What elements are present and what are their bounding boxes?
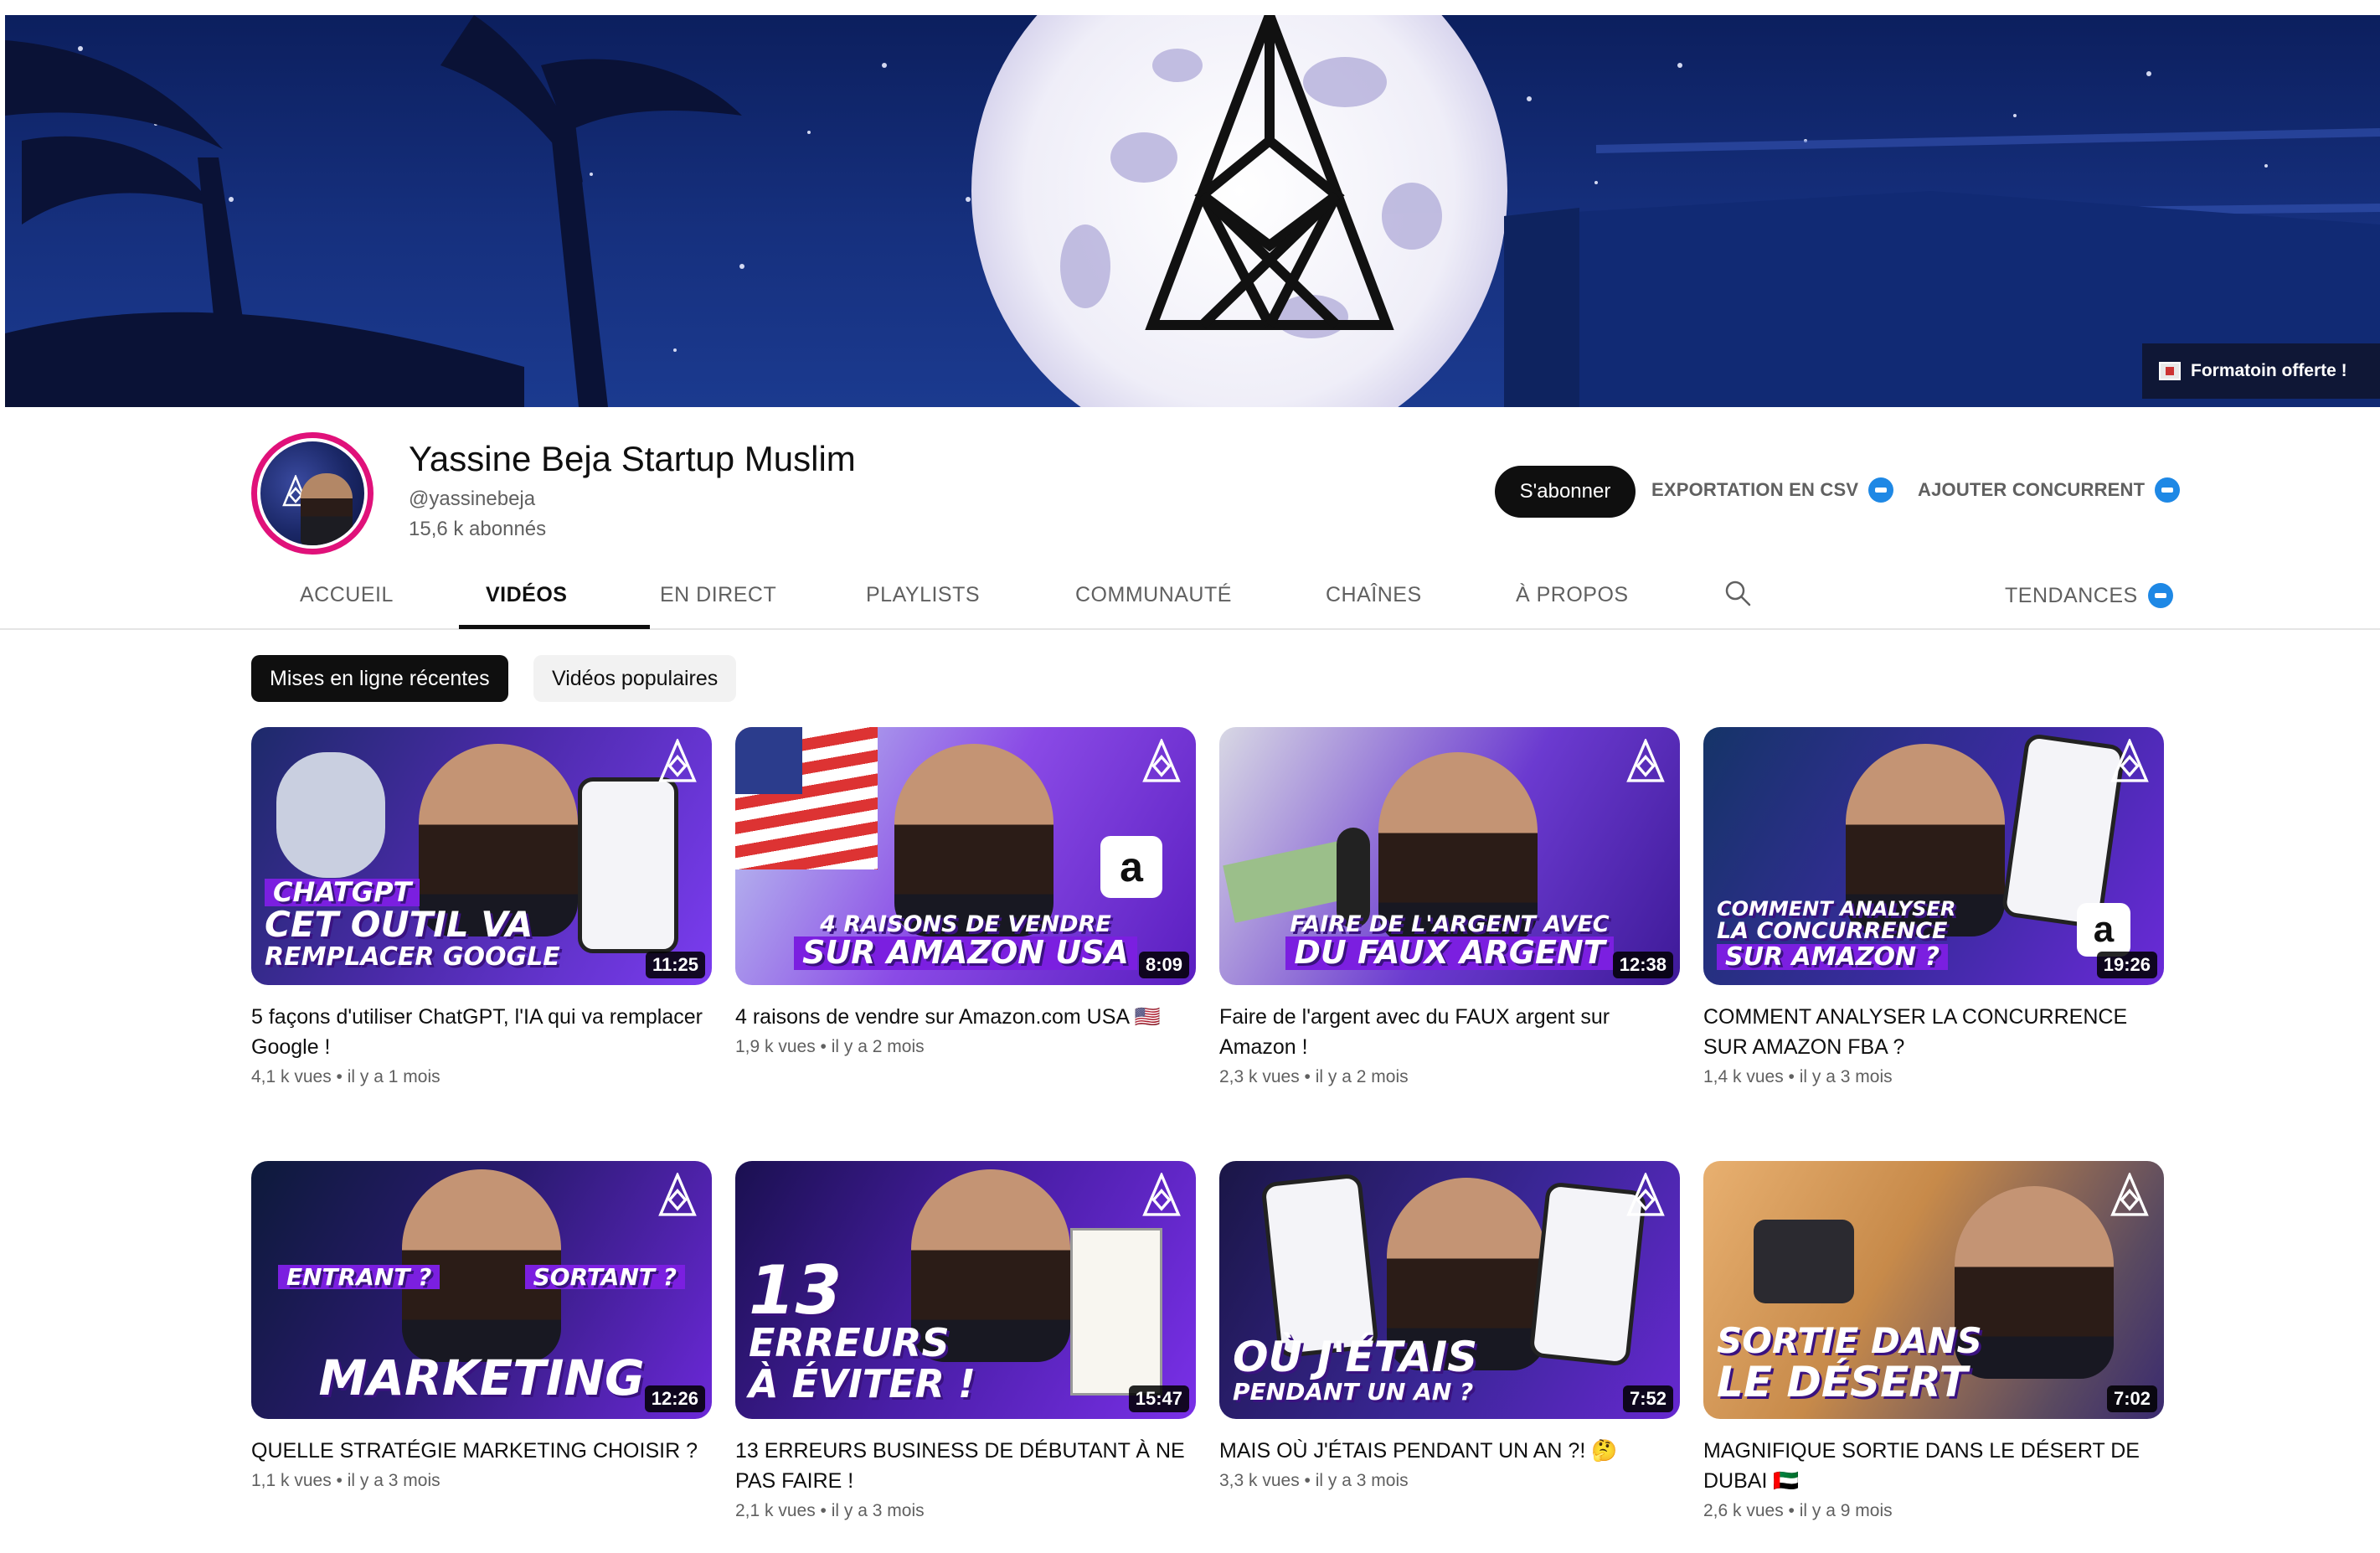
- tab-chaines[interactable]: CHAÎNES: [1326, 583, 1422, 607]
- film-icon: [2159, 362, 2181, 380]
- tendances-label: TENDANCES: [2005, 583, 2138, 607]
- video-meta: 1,9 k vues • il y a 2 mois: [735, 1037, 925, 1056]
- extension-icon: [2147, 583, 2173, 608]
- video-duration: 7:02: [2106, 1385, 2157, 1412]
- video-title[interactable]: 13 ERREURS BUSINESS DE DÉBUTANT À NE PAS…: [735, 1436, 1196, 1496]
- flag-canton: [735, 727, 802, 794]
- video-duration: 15:47: [1128, 1385, 1189, 1412]
- channel-tabs: ACCUEIL VIDÉOS EN DIRECT PLAYLISTS COMMU…: [0, 566, 2380, 630]
- video-title[interactable]: QUELLE STRATÉGIE MARKETING CHOISIR ?: [251, 1436, 712, 1466]
- video-thumbnail[interactable]: OÙ J'ÉTAIS PENDANT UN AN ? 7:52: [1219, 1161, 1680, 1419]
- avatar-person: [301, 473, 353, 545]
- video-duration: 8:09: [1138, 952, 1189, 978]
- channel-watermark-icon: [1142, 739, 1181, 782]
- video-meta: 2,3 k vues • il y a 2 mois: [1219, 1067, 1409, 1086]
- thumbnail-person: [894, 744, 1053, 936]
- video-title[interactable]: COMMENT ANALYSER LA CONCURRENCE SUR AMAZ…: [1703, 1002, 2164, 1062]
- channel-watermark-icon: [1142, 1173, 1181, 1216]
- video-card[interactable]: a 4 RAISONS DE VENDRE SUR AMAZON USA 8:0…: [735, 727, 1196, 1057]
- phone-graphic: [1260, 1173, 1379, 1359]
- active-tab-indicator: [459, 625, 650, 629]
- thumbnail-caption: SORTIE DANS LE DÉSERT: [1717, 1320, 1982, 1406]
- video-duration: 12:26: [644, 1385, 705, 1412]
- channel-avatar[interactable]: [251, 432, 373, 555]
- video-meta: 1,4 k vues • il y a 3 mois: [1703, 1067, 1893, 1086]
- tab-en-direct[interactable]: EN DIRECT: [660, 583, 776, 607]
- channel-watermark-icon: [2110, 1173, 2149, 1216]
- video-card[interactable]: OÙ J'ÉTAIS PENDANT UN AN ? 7:52 MAIS OÙ …: [1219, 1161, 1680, 1491]
- video-card[interactable]: ENTRANT ? SORTANT ? MARKETING 12:26 QUEL…: [251, 1161, 712, 1491]
- video-thumbnail[interactable]: a COMMENT ANALYSER LA CONCURRENCE SUR AM…: [1703, 727, 2164, 985]
- sortant-caption: SORTANT ?: [512, 1263, 698, 1291]
- tab-a-propos[interactable]: À PROPOS: [1516, 583, 1629, 607]
- video-meta: 4,1 k vues • il y a 1 mois: [251, 1067, 440, 1086]
- thumbnail-caption: MARKETING: [318, 1349, 645, 1407]
- video-title[interactable]: 5 façons d'utiliser ChatGPT, l'IA qui va…: [251, 1002, 712, 1062]
- video-title[interactable]: Faire de l'argent avec du FAUX argent su…: [1219, 1002, 1680, 1062]
- subscriber-count: 15,6 k abonnés: [409, 518, 547, 540]
- channel-watermark-icon: [1626, 739, 1665, 782]
- export-csv-label: EXPORTATION EN CSV: [1651, 479, 1859, 500]
- video-card[interactable]: a COMMENT ANALYSER LA CONCURRENCE SUR AM…: [1703, 727, 2164, 1087]
- amazon-icon: a: [1100, 836, 1162, 898]
- channel-watermark-icon: [658, 1173, 697, 1216]
- tab-accueil[interactable]: ACCUEIL: [300, 583, 394, 607]
- video-meta: 1,1 k vues • il y a 3 mois: [251, 1471, 440, 1490]
- extension-icon: [2155, 477, 2181, 503]
- video-thumbnail[interactable]: a 4 RAISONS DE VENDRE SUR AMAZON USA 8:0…: [735, 727, 1196, 985]
- video-duration: 12:38: [1612, 952, 1673, 978]
- video-thumbnail[interactable]: ENTRANT ? SORTANT ? MARKETING 12:26: [251, 1161, 712, 1419]
- robot-head: [276, 752, 385, 878]
- video-card[interactable]: SORTIE DANS LE DÉSERT 7:02 MAGNIFIQUE SO…: [1703, 1161, 2164, 1521]
- channel-watermark-icon: [658, 739, 697, 782]
- entrant-caption: ENTRANT ?: [265, 1263, 453, 1291]
- video-card[interactable]: 13 ERREURS À ÉVITER ! 15:47 13 ERREURS B…: [735, 1161, 1196, 1521]
- thumbnail-caption: CHATGPT CET OUTIL VA REMPLACER GOOGLE: [265, 875, 560, 972]
- thumbnail-caption: FAIRE DE L'ARGENT AVEC DU FAUX ARGENT: [1219, 912, 1680, 970]
- channel-watermark-icon: [2110, 739, 2149, 782]
- export-csv-button[interactable]: EXPORTATION EN CSV: [1651, 477, 1894, 503]
- promo-label: Formatoin offerte !: [2191, 361, 2347, 380]
- video-meta: 3,3 k vues • il y a 3 mois: [1219, 1471, 1409, 1490]
- video-thumbnail[interactable]: CHATGPT CET OUTIL VA REMPLACER GOOGLE 11…: [251, 727, 712, 985]
- chip-popular-videos[interactable]: Vidéos populaires: [533, 655, 737, 702]
- channel-watermark-icon: [1626, 1173, 1665, 1216]
- video-meta: 2,6 k vues • il y a 9 mois: [1703, 1501, 1893, 1520]
- add-competitor-label: AJOUTER CONCURRENT: [1918, 479, 2146, 500]
- extension-icon: [1868, 477, 1894, 503]
- chip-recent-uploads[interactable]: Mises en ligne récentes: [251, 655, 508, 702]
- thumbnail-caption: 4 RAISONS DE VENDRE SUR AMAZON USA: [735, 912, 1196, 970]
- tab-playlists[interactable]: PLAYLISTS: [866, 583, 980, 607]
- video-title[interactable]: MAGNIFIQUE SORTIE DANS LE DÉSERT DE DUBA…: [1703, 1436, 2164, 1496]
- thumbnail-caption: OÙ J'ÉTAIS PENDANT UN AN ?: [1233, 1333, 1478, 1406]
- video-thumbnail[interactable]: SORTIE DANS LE DÉSERT 7:02: [1703, 1161, 2164, 1419]
- banner-artwork: [5, 15, 2380, 407]
- video-card[interactable]: FAIRE DE L'ARGENT AVEC DU FAUX ARGENT 12…: [1219, 727, 1680, 1087]
- thumbnail-caption: 13 ERREURS À ÉVITER !: [749, 1251, 976, 1406]
- tab-tendances[interactable]: TENDANCES: [2005, 583, 2173, 608]
- video-duration: 11:25: [645, 952, 705, 978]
- add-competitor-button[interactable]: AJOUTER CONCURRENT: [1918, 477, 2181, 503]
- video-duration: 7:52: [1622, 1385, 1673, 1412]
- tab-communaute[interactable]: COMMUNAUTÉ: [1075, 583, 1232, 607]
- video-thumbnail[interactable]: FAIRE DE L'ARGENT AVEC DU FAUX ARGENT 12…: [1219, 727, 1680, 985]
- video-thumbnail[interactable]: 13 ERREURS À ÉVITER ! 15:47: [735, 1161, 1196, 1419]
- video-meta: 2,1 k vues • il y a 3 mois: [735, 1501, 925, 1520]
- thumbnail-caption: COMMENT ANALYSER LA CONCURRENCE SUR AMAZ…: [1717, 896, 1956, 972]
- video-title[interactable]: MAIS OÙ J'ÉTAIS PENDANT UN AN ?! 🤔: [1219, 1436, 1680, 1466]
- search-icon[interactable]: [1723, 578, 1753, 608]
- tab-videos[interactable]: VIDÉOS: [486, 583, 567, 607]
- channel-name: Yassine Beja Startup Muslim: [409, 439, 856, 478]
- video-card[interactable]: CHATGPT CET OUTIL VA REMPLACER GOOGLE 11…: [251, 727, 712, 1087]
- car-mirror-graphic: [1754, 1220, 1854, 1303]
- promo-link[interactable]: Formatoin offerte !: [2142, 343, 2380, 399]
- video-title[interactable]: 4 raisons de vendre sur Amazon.com USA 🇺…: [735, 1002, 1196, 1032]
- video-duration: 19:26: [2096, 952, 2157, 978]
- channel-handle: @yassinebeja: [409, 488, 536, 510]
- subscribe-button[interactable]: S'abonner: [1495, 466, 1636, 518]
- channel-banner: Formatoin offerte !: [5, 15, 2380, 407]
